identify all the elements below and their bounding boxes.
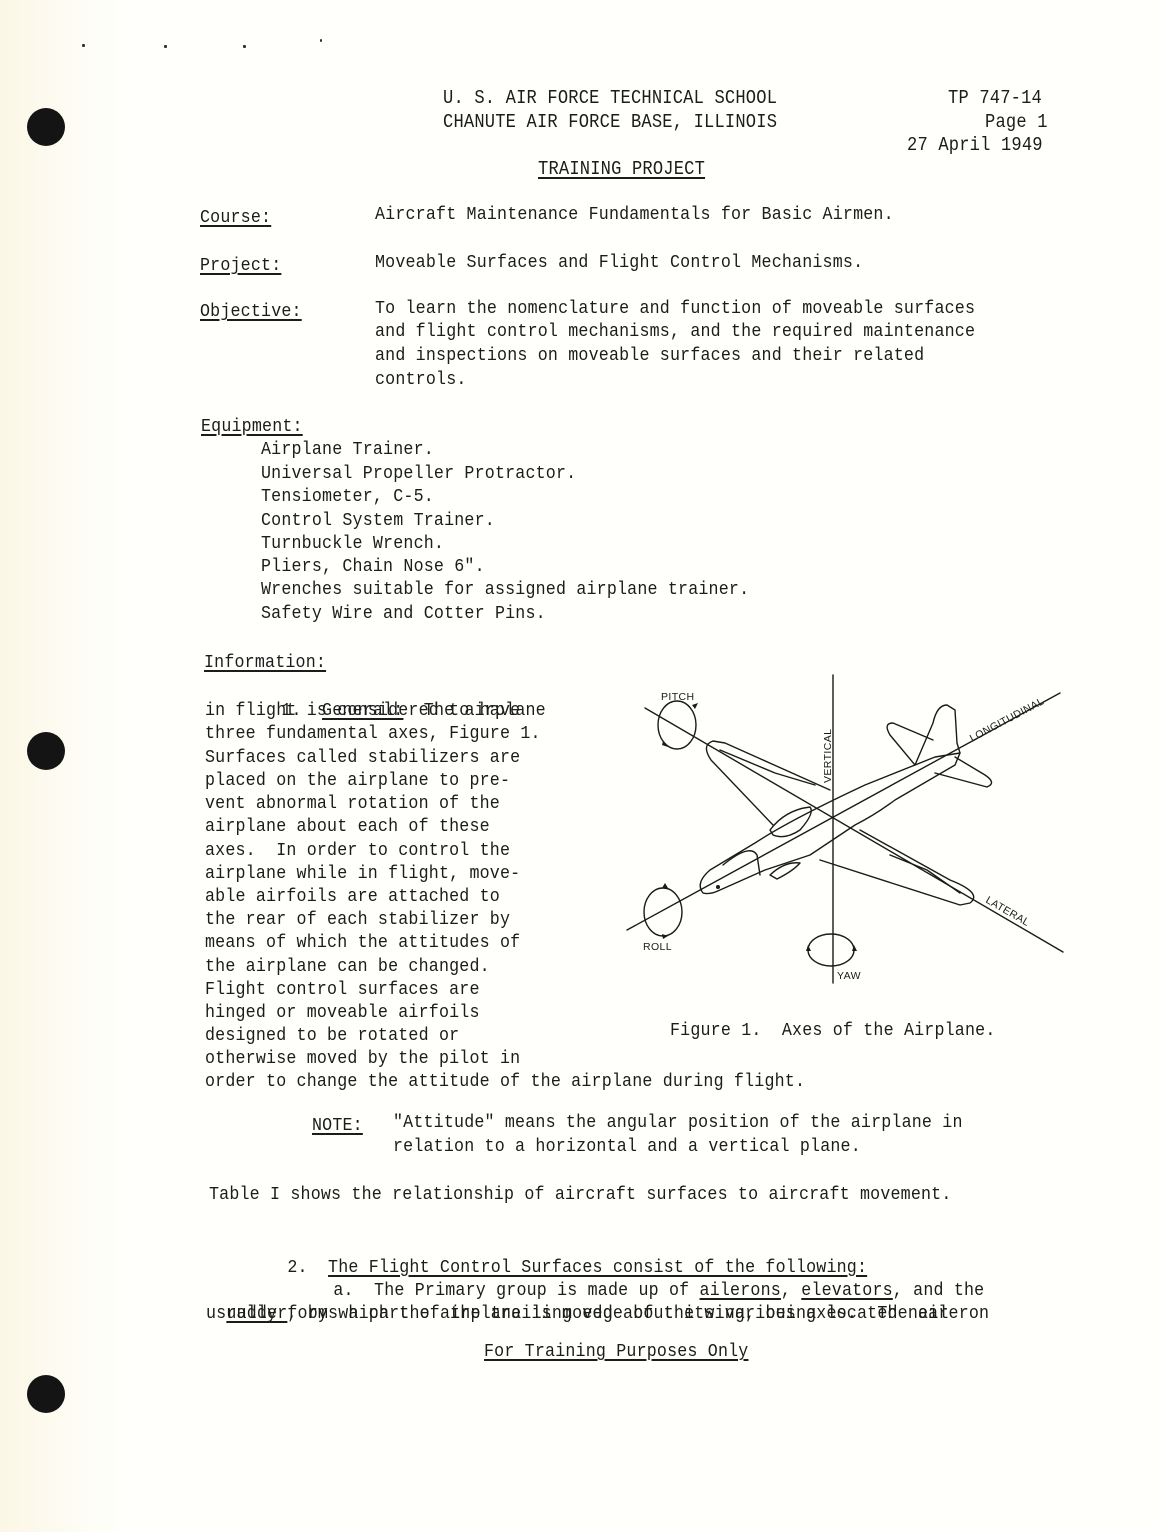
equipment-item: Universal Propeller Protractor. [261,463,577,484]
note-line: relation to a horizontal and a vertical … [393,1136,861,1157]
yaw-rotation-icon [807,933,855,967]
para2a-line: usually forms a part of the trailing edg… [206,1303,949,1324]
punch-hole-top [27,108,65,146]
right-wing [819,829,975,906]
para1-line: means of which the attitudes of [205,932,521,953]
objective-line: and flight control mechanisms, and the r… [375,321,976,342]
para1-line: hinged or moveable airfoils [205,1002,480,1023]
doc-date: 27 April 1949 [907,134,1043,156]
equipment-item: Wrenches suitable for assigned airplane … [261,579,750,600]
vertical-label: VERTICAL [822,729,834,783]
page-title: TRAINING PROJECT [538,158,706,180]
org-line-2: CHANUTE AIR FORCE BASE, ILLINOIS [443,111,778,133]
note-label: NOTE: [312,1115,363,1136]
pitch-arrow-icon [692,703,698,709]
roll-label: ROLL [643,941,672,953]
nose-marker [716,885,720,889]
lateral-label: LATERAL [984,894,1032,929]
para1-line: axes. In order to control the [205,840,511,861]
airplane-axes-figure: PITCH ROLL YAW VERTICAL LONGITUDINAL LAT… [626,674,1064,984]
para1-line: airplane while in flight, move- [205,863,521,884]
yaw-label: YAW [837,970,861,982]
course-label: Course: [200,207,272,228]
air-intake [769,862,801,880]
pitch-label: PITCH [661,691,695,703]
para1-line: designed to be rotated or [205,1025,460,1046]
equipment-item: Safety Wire and Cotter Pins. [261,603,546,624]
para1-line: the airplane can be changed. [205,956,490,977]
para1-line: the rear of each stabilizer by [205,909,511,930]
figure-caption: Figure 1. Axes of the Airplane. [670,1020,996,1041]
nose-panel [722,850,761,876]
roll-arrow-icon [662,934,668,939]
paper-speck [164,45,167,48]
para1-line: order to change the attitude of the airp… [205,1071,806,1092]
objective-line: and inspections on moveable surfaces and… [375,345,925,366]
table-reference: Table I shows the relationship of aircra… [209,1184,952,1205]
para1-line: airplane about each of these [205,816,490,837]
para1-line: Flight control surfaces are [205,979,480,1000]
objective-line: controls. [375,369,467,390]
footer-notice: For Training Purposes Only [484,1341,749,1362]
punch-hole-bottom [27,1375,65,1413]
paper-speck [243,45,246,48]
equipment-item: Control System Trainer. [261,510,495,531]
para2-number: 2. [287,1256,308,1278]
project-value: Moveable Surfaces and Flight Control Mec… [375,252,864,273]
doc-number: TP 747-14 [948,87,1042,109]
course-value: Aircraft Maintenance Fundamentals for Ba… [375,204,894,225]
paper-speck [320,39,322,42]
para1-line: able airfoils are attached to [205,886,500,907]
information-label: Information: [204,652,327,673]
para1-line: placed on the airplane to pre- [205,770,511,791]
equipment-label: Equipment: [201,416,303,437]
para1-line: otherwise moved by the pilot in [205,1048,521,1069]
page-number: Page 1 [985,111,1048,133]
project-label: Project: [200,255,282,276]
equipment-item: Turnbuckle Wrench. [261,533,445,554]
equipment-item: Pliers, Chain Nose 6". [261,556,485,577]
roll-arrow-icon [662,883,668,888]
pitch-arrow-icon [662,741,668,747]
right-wing-trailing [889,854,961,894]
roll-rotation-icon [643,887,683,937]
para1-line: three fundamental axes, Figure 1. [205,723,541,744]
note-line: "Attitude" means the angular position of… [393,1112,963,1133]
objective-label: Objective: [200,301,302,322]
objective-line: To learn the nomenclature and function o… [375,298,976,319]
punch-hole-middle [27,732,65,770]
paper-speck [82,44,85,47]
equipment-item: Tensiometer, C-5. [261,486,434,507]
para1-line: Surfaces called stabilizers are [205,747,521,768]
org-line-1: U. S. AIR FORCE TECHNICAL SCHOOL [443,87,778,109]
longitudinal-label: LONGITUDINAL [968,695,1046,744]
pitch-rotation-icon [657,700,697,750]
para1-line: in flight is considered to have [205,700,521,721]
equipment-item: Airplane Trainer. [261,439,434,460]
left-stabilizer [886,722,934,766]
para1-line: vent abnormal rotation of the [205,793,500,814]
